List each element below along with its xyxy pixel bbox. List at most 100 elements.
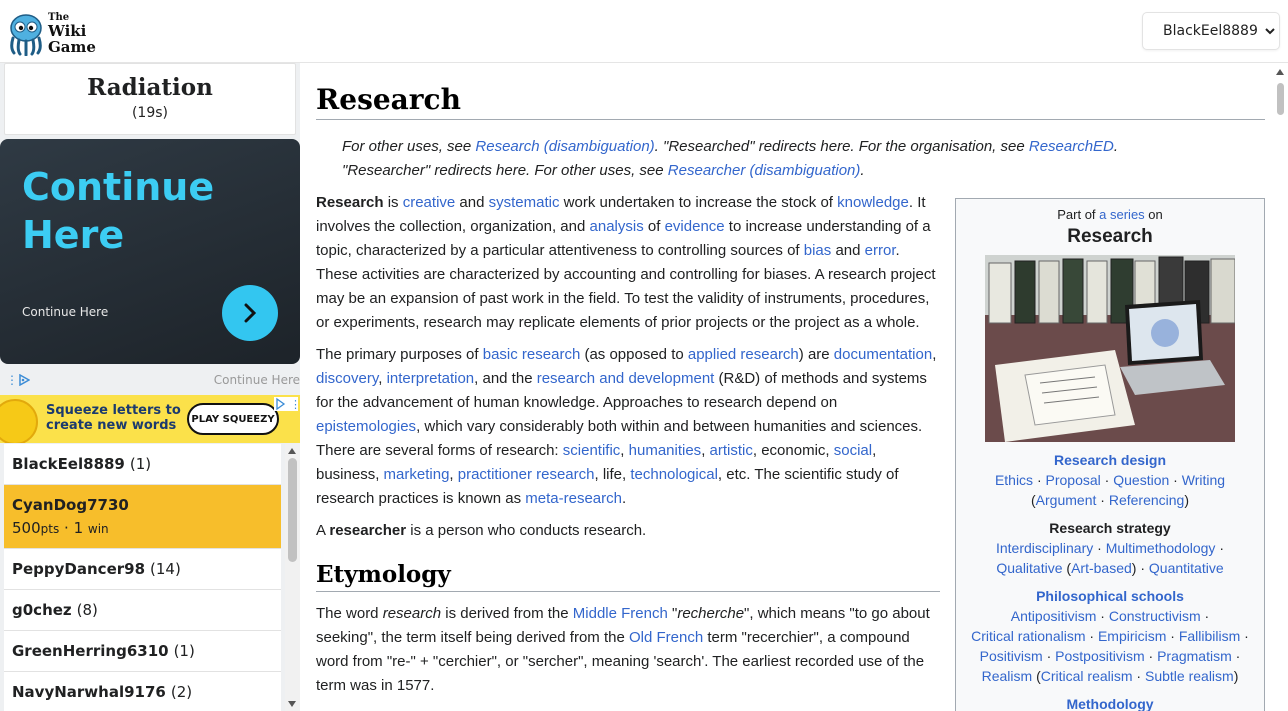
scroll-thumb[interactable] <box>288 458 297 562</box>
link-documentation[interactable]: documentation <box>834 346 932 363</box>
link-art-based[interactable]: Art-based <box>1071 560 1132 576</box>
player-row[interactable]: g0chez (8) <box>4 590 281 631</box>
ad-banner[interactable]: Continue Here Continue Here <box>0 139 300 364</box>
chevron-down-icon <box>1265 28 1275 35</box>
link-writing[interactable]: Writing <box>1182 472 1225 488</box>
link-pragmatism[interactable]: Pragmatism <box>1157 648 1232 664</box>
infobox-series-line: Part of a series on <box>1057 207 1163 222</box>
squeezy-ad[interactable]: Squeeze letters to create new words PLAY… <box>0 395 300 443</box>
wiki-game-logo[interactable]: The Wiki Game <box>6 12 98 56</box>
link-constructivism[interactable]: Constructivism <box>1109 608 1201 624</box>
link-qualitative[interactable]: Qualitative <box>996 560 1062 576</box>
players-list: BlackEel8889 (1) CyanDog7730 500pts · 1 w… <box>4 444 281 711</box>
link-basic-research[interactable]: basic research <box>483 346 581 363</box>
adchoices-icon[interactable] <box>18 374 30 386</box>
ad-info-bar: ⋮ Continue Here <box>0 369 300 391</box>
link-error[interactable]: error <box>865 242 896 259</box>
link-researched[interactable]: ResearchED <box>1029 138 1114 155</box>
link-multimethodology[interactable]: Multimethodology <box>1106 540 1216 556</box>
link-positivism[interactable]: Positivism <box>980 648 1043 664</box>
research-desk-photo <box>985 255 1235 442</box>
user-menu-dropdown[interactable]: BlackEel8889 <box>1142 12 1280 50</box>
ad-headline: Continue Here <box>22 165 215 257</box>
link-bias[interactable]: bias <box>804 242 832 259</box>
ad-continue-link[interactable]: Continue Here <box>214 373 300 387</box>
paragraph-purposes: The primary purposes of basic research (… <box>316 346 937 507</box>
link-artistic[interactable]: artistic <box>710 442 753 459</box>
link-analysis[interactable]: analysis <box>590 218 644 235</box>
article-body: Research is creative and systematic work… <box>316 191 940 706</box>
link-critical-realism[interactable]: Critical realism <box>1041 668 1133 684</box>
link-fallibilism[interactable]: Fallibilism <box>1179 628 1240 644</box>
infobox-research-series: Part of a series on Research Research de… <box>955 198 1265 711</box>
link-discovery[interactable]: discovery <box>316 370 378 387</box>
ad-subtext: Continue Here <box>22 305 109 319</box>
infobox-heading-philosophical-schools: Philosophical schools <box>1036 588 1184 604</box>
heading-etymology: Etymology <box>316 563 940 592</box>
infobox-image[interactable] <box>985 255 1235 442</box>
infobox-heading-research-strategy: Research strategy <box>1049 520 1171 536</box>
link-scientific[interactable]: scientific <box>563 442 621 459</box>
paragraph-etymology: The word research is derived from the Mi… <box>316 605 930 694</box>
infobox-title: Research <box>1067 226 1153 247</box>
scroll-thumb[interactable] <box>1277 83 1284 115</box>
player-row-leader[interactable]: CyanDog7730 500pts · 1 win <box>4 485 281 549</box>
scroll-up-icon[interactable] <box>288 448 296 454</box>
player-row[interactable]: GreenHerring6310 (1) <box>4 631 281 672</box>
scroll-up-icon[interactable] <box>1276 69 1284 75</box>
target-card: Radiation (19s) <box>4 63 296 135</box>
link-ethics[interactable]: Ethics <box>995 472 1033 488</box>
link-humanities[interactable]: humanities <box>629 442 702 459</box>
paragraph-intro: Research is creative and systematic work… <box>316 194 936 331</box>
link-antipositivism[interactable]: Antipositivism <box>1011 608 1097 624</box>
player-row[interactable]: PeppyDancer98 (14) <box>4 549 281 590</box>
link-research-disambiguation[interactable]: Research (disambiguation) <box>475 138 654 155</box>
link-marketing[interactable]: marketing <box>384 466 450 483</box>
ad-options-icon[interactable]: ⋮ <box>6 374 18 386</box>
link-research-and-development[interactable]: research and development <box>537 370 715 387</box>
target-title: Radiation <box>87 74 213 101</box>
link-referencing[interactable]: Referencing <box>1109 492 1185 508</box>
link-systematic[interactable]: systematic <box>489 194 560 211</box>
link-applied-research[interactable]: applied research <box>688 346 799 363</box>
link-subtle-realism[interactable]: Subtle realism <box>1145 668 1234 684</box>
link-epistemologies[interactable]: epistemologies <box>316 418 416 435</box>
link-quantitative[interactable]: Quantitative <box>1149 560 1224 576</box>
player-row[interactable]: NavyNarwhal9176 (2) <box>4 672 281 711</box>
link-critical-rationalism[interactable]: Critical rationalism <box>971 628 1085 644</box>
article-scrollbar[interactable] <box>1273 63 1288 711</box>
user-name: BlackEel8889 <box>1163 23 1258 39</box>
link-creative[interactable]: creative <box>403 194 456 211</box>
link-argument[interactable]: Argument <box>1036 492 1097 508</box>
svg-text:⋮: ⋮ <box>290 398 298 411</box>
link-question[interactable]: Question <box>1113 472 1169 488</box>
ad-close-icon[interactable]: ⋮ <box>274 397 300 411</box>
player-row[interactable]: BlackEel8889 (1) <box>4 444 281 485</box>
link-proposal[interactable]: Proposal <box>1046 472 1101 488</box>
link-meta-research[interactable]: meta-research <box>525 490 622 507</box>
link-postpositivism[interactable]: Postpositivism <box>1055 648 1144 664</box>
logo-text: The Wiki Game <box>48 12 96 55</box>
infobox-links-strategy: Interdisciplinary · Multimethodology · Q… <box>995 540 1224 576</box>
link-a-series[interactable]: a series <box>1099 207 1145 222</box>
logo-game: Game <box>48 38 96 56</box>
article-content: Research For other uses, see Research (d… <box>300 63 1273 711</box>
link-researcher-disambiguation[interactable]: Researcher (disambiguation) <box>668 162 861 179</box>
page-title: Research <box>316 83 1265 120</box>
link-knowledge[interactable]: knowledge <box>837 194 909 211</box>
link-interdisciplinary[interactable]: Interdisciplinary <box>996 540 1093 556</box>
link-interpretation[interactable]: interpretation <box>387 370 475 387</box>
link-practitioner-research[interactable]: practitioner research <box>458 466 595 483</box>
play-squeezy-button[interactable]: PLAY SQUEEZY <box>187 403 279 435</box>
players-scrollbar[interactable] <box>285 444 300 711</box>
scroll-down-icon[interactable] <box>288 701 296 707</box>
link-old-french[interactable]: Old French <box>629 629 703 646</box>
infobox-links-design: Ethics · Proposal · Question · Writing (… <box>994 472 1226 508</box>
link-technological[interactable]: technological <box>630 466 718 483</box>
link-realism[interactable]: Realism <box>982 668 1033 684</box>
link-evidence[interactable]: evidence <box>665 218 725 235</box>
ad-arrow-button[interactable] <box>222 285 278 341</box>
link-social[interactable]: social <box>834 442 872 459</box>
link-empiricism[interactable]: Empiricism <box>1098 628 1166 644</box>
link-middle-french[interactable]: Middle French <box>573 605 668 622</box>
